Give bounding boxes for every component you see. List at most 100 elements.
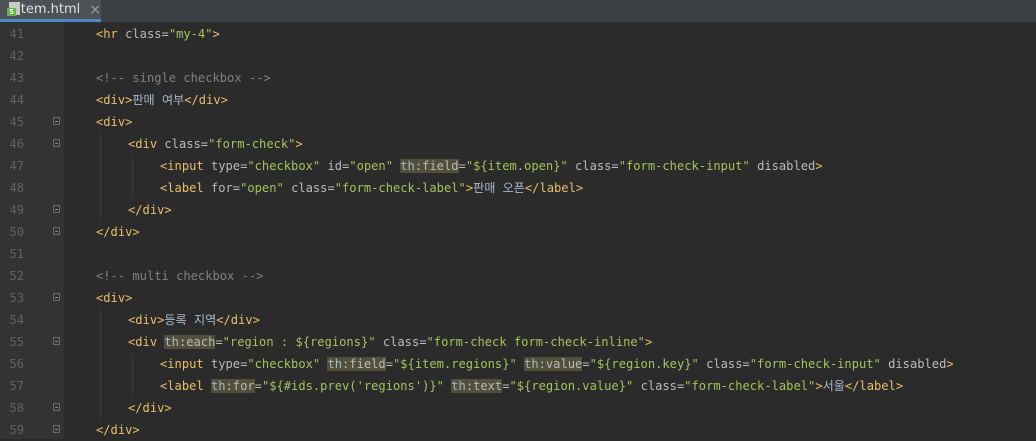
code-token: "my-4" (168, 27, 213, 41)
code-token: "form-check-input" (618, 159, 758, 173)
code-token: :field (342, 357, 386, 371)
indent-guide (132, 353, 133, 375)
code-token: "form-check-input" (749, 357, 889, 371)
code-token: "form-check-label" (334, 181, 466, 195)
line-number: 55 (9, 335, 24, 349)
line-number: 51 (9, 247, 24, 261)
line-number: 58 (9, 401, 24, 415)
fold-marker-icon[interactable] (53, 227, 60, 235)
code-line[interactable]: 41 <hr class="my-4"> (0, 23, 1036, 45)
code-token: <!-- multi checkbox --> (96, 269, 264, 283)
code-token: disabled (888, 357, 947, 371)
code-token: </div> (128, 401, 172, 415)
indent-guide (100, 155, 101, 177)
editor-tab-bar: 5 item.html × (0, 0, 1036, 23)
code-token: </div> (216, 313, 260, 327)
code-token: "${item.regions}" (393, 357, 525, 371)
code-token: </div> (96, 423, 140, 437)
code-line[interactable]: 58 </div> (0, 397, 1036, 419)
code-line[interactable]: 51 (0, 243, 1036, 265)
fold-marker-icon[interactable] (53, 139, 60, 147)
code-editor[interactable]: 41 <hr class="my-4"> 42 43 <!-- single check… (0, 23, 1036, 439)
line-number: 57 (9, 379, 24, 393)
code-token: :text (465, 379, 503, 393)
code-line[interactable]: 50 </div> (0, 221, 1036, 243)
code-text: <hr class="my-4"> (96, 23, 220, 45)
fold-marker-icon[interactable] (53, 205, 60, 213)
code-token: :for (225, 379, 255, 393)
code-line[interactable]: 49 </div> (0, 199, 1036, 221)
close-icon[interactable]: × (89, 2, 101, 18)
code-token: 서울 (822, 379, 845, 393)
code-text: <div> (96, 111, 132, 133)
code-line[interactable]: 43 <!-- single checkbox --> (0, 67, 1036, 89)
line-number: 42 (9, 49, 24, 63)
code-token: = (458, 159, 466, 173)
code-text: <!-- multi checkbox --> (96, 265, 263, 287)
code-line[interactable]: 52 <!-- multi checkbox --> (0, 265, 1036, 287)
code-token: th (327, 357, 343, 371)
fold-marker-icon[interactable] (53, 117, 60, 125)
code-token: th (400, 159, 415, 173)
code-line[interactable]: 44 <div>판매 여부</div> (0, 89, 1036, 111)
code-token: th (451, 379, 466, 393)
code-token: = (385, 357, 393, 371)
code-text: <div class="form-check"> (128, 133, 303, 155)
code-token: = (502, 379, 510, 393)
code-token: class= (575, 159, 619, 173)
indent-guide (100, 177, 101, 199)
code-text: </div> (128, 397, 172, 419)
code-token: 등록 지역 (164, 313, 217, 327)
code-token: > (212, 27, 220, 41)
code-token: </div> (96, 225, 140, 239)
indent-guide (100, 133, 101, 155)
line-number: 53 (9, 291, 24, 305)
line-number: 45 (9, 115, 24, 129)
code-line[interactable]: 57 <label th:for="${#ids.prev('regions')}… (0, 375, 1036, 397)
line-number: 54 (9, 313, 24, 327)
code-token: class= (382, 335, 427, 349)
code-token: "checkbox" (247, 159, 328, 173)
line-number: 43 (9, 71, 24, 85)
code-token: :each (178, 335, 216, 349)
code-text: </div> (96, 221, 140, 243)
code-token: <hr (96, 27, 126, 41)
fold-marker-icon[interactable] (53, 293, 60, 301)
code-token: "${item.open}" (465, 159, 576, 173)
tab-item-html[interactable]: 5 item.html × (0, 0, 101, 22)
code-token: type= (210, 159, 248, 173)
code-line[interactable]: 59 </div> (0, 419, 1036, 441)
code-token: "form-check" (208, 137, 296, 151)
fold-marker-icon[interactable] (53, 337, 60, 345)
code-line[interactable]: 42 (0, 45, 1036, 67)
code-token: class= (291, 181, 335, 195)
code-token: :field (414, 159, 459, 173)
code-token: th (164, 335, 179, 349)
code-token: </label> (844, 379, 904, 393)
code-line[interactable]: 47 <input type="checkbox" id="open" th:fi… (0, 155, 1036, 177)
code-line[interactable]: 56 <input type="checkbox" th:field="${ite… (0, 353, 1036, 375)
fold-marker-icon[interactable] (53, 403, 60, 411)
code-text: <div>판매 여부</div> (96, 89, 228, 111)
line-number: 49 (9, 203, 24, 217)
code-token: <div (128, 137, 165, 151)
indent-guide (100, 375, 101, 397)
code-token: = (215, 335, 223, 349)
code-token: <div> (96, 115, 133, 129)
code-line[interactable]: 55 <div th:each="region : ${regions}" cla… (0, 331, 1036, 353)
line-number: 41 (9, 27, 24, 41)
code-token: th (524, 357, 539, 371)
code-text: <div>등록 지역</div> (128, 309, 260, 331)
code-text: <input type="checkbox" id="open" th:fiel… (160, 155, 823, 177)
code-token: 판매 오픈 (473, 181, 525, 195)
code-line[interactable]: 48 <label for="open" class="form-check-la… (0, 177, 1036, 199)
code-line[interactable]: 45 <div> (0, 111, 1036, 133)
code-token: > (644, 335, 653, 349)
code-token: class= (640, 379, 685, 393)
code-token: class= (706, 357, 750, 371)
code-line[interactable]: 53 <div> (0, 287, 1036, 309)
code-line[interactable]: 54 <div>등록 지역</div> (0, 309, 1036, 331)
code-line[interactable]: 46 <div class="form-check"> (0, 133, 1036, 155)
code-token: "${#ids.prev('regions')}" (261, 379, 452, 393)
fold-marker-icon[interactable] (53, 425, 60, 433)
